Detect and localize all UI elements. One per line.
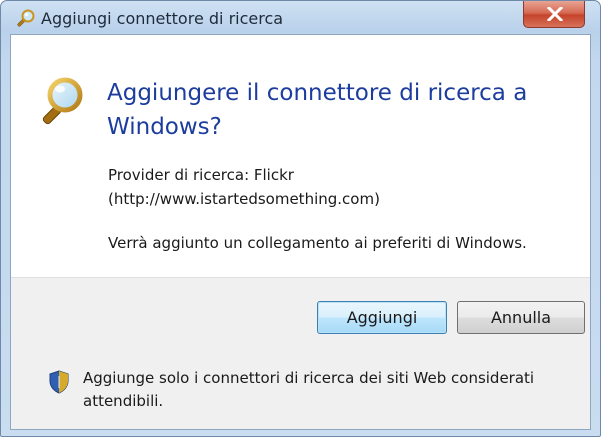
dialog-heading: Aggiungere il connettore di ricerca a Wi… [107,80,528,140]
shield-icon [48,370,70,394]
close-button[interactable] [523,1,585,28]
favorites-note: Verrà aggiunto un collegamento ai prefer… [108,234,527,252]
add-button[interactable]: Aggiungi [317,301,447,334]
provider-url: (http://www.istartedsomething.com) [108,190,380,208]
search-title-icon [16,8,36,28]
dialog-client-area: Aggiungere il connettore di ricerca a Wi… [10,34,591,430]
dialog-window: Aggiungi connettore di ricerca Aggiunger… [0,0,601,437]
provider-name: Provider di ricerca: Flickr [108,166,294,184]
footer: Aggiunge solo i connettori di ricerca de… [11,354,590,429]
cancel-button[interactable]: Annulla [457,301,585,334]
search-magnifier-icon [36,75,86,129]
provider-info: Provider di ricerca: Flickr (http://www.… [108,163,568,211]
footer-text: Aggiunge solo i connettori di ricerca de… [83,369,535,410]
close-icon [547,7,563,21]
title-bar[interactable]: Aggiungi connettore di ricerca [1,1,600,34]
button-bar: Aggiungi Annulla [11,277,590,356]
window-title: Aggiungi connettore di ricerca [41,9,284,28]
